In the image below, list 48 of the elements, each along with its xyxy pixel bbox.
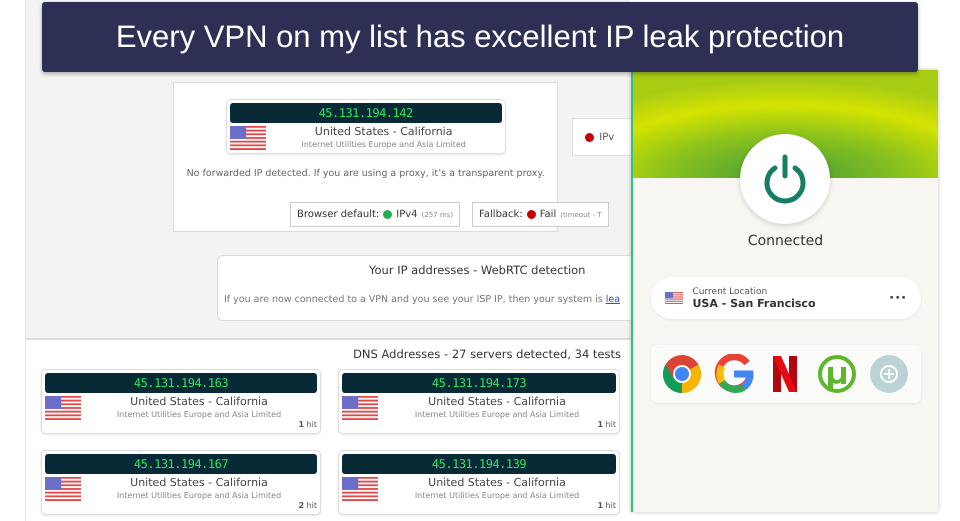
check-label: Fallback: [479,209,523,220]
flag-icon [230,126,266,150]
location-text: United States - California [129,476,269,490]
hit-count: 1 hit [596,420,616,430]
webrtc-explanation: If you are now connected to a VPN and you see your ISP IP, then your system is lea [224,294,622,305]
section-title: DNS Addresses - 27 servers detected, 34 tests [352,347,621,361]
flag-icon [45,476,81,500]
shortcut-button[interactable] [662,354,702,394]
check-value: Fail [540,209,556,220]
location-text: United States - California [129,395,269,409]
isp-text: Internet Utilities Europe and Asia Limited [116,490,282,501]
location-text: United States - California [427,395,567,409]
isp-text: Internet Utilities Europe and Asia Limited [300,139,467,150]
flag-icon [342,476,378,500]
leak-link[interactable]: lea [606,294,620,305]
ip-address: 45.131.194.163 [45,373,317,393]
more-button[interactable]: ••• [888,292,906,304]
shortcut-button[interactable] [714,354,754,394]
isp-text: Internet Utilities Europe and Asia Limited [414,409,580,420]
chrome-logo-icon [662,354,702,394]
hit-count: 1 hit [596,501,616,511]
location-selector[interactable]: Current Location USA - San Francisco ••• [650,277,920,319]
hit-count: 2 hit [297,501,317,511]
section-title: Your IP addresses - WebRTC detection [368,263,586,277]
flag-icon [342,396,378,420]
google-logo-icon [714,354,754,394]
location-label: Current Location [692,286,768,296]
ip-address: 45.131.194.173 [342,373,616,393]
status-label: IPv [599,132,614,142]
connection-status: Connected [748,233,824,249]
utorrent-logo-icon [817,354,858,394]
ip-address: 45.131.194.139 [342,454,616,474]
location-text: United States - California [314,125,454,139]
check-value: IPv4 [396,209,418,220]
location-name: USA - San Francisco [692,296,817,310]
add-icon [868,354,909,394]
power-icon [762,154,808,204]
ip-address: 45.131.194.142 [230,103,502,123]
ip-address: 45.131.194.167 [45,454,317,474]
isp-text: Internet Utilities Europe and Asia Limited [116,409,282,420]
isp-text: Internet Utilities Europe and Asia Limited [414,490,580,501]
flag-icon [45,396,81,420]
check-label: Browser default: [297,209,380,220]
caption-text: Every VPN on my list has excellent IP leak protection [116,19,844,55]
location-text: United States - California [427,476,567,490]
flag-icon [664,292,682,304]
forwarded-ip-note: No forwarded IP detected. If you are using a proxy, it’s a transparent proxy. [186,168,545,179]
hit-count: 1 hit [297,420,317,430]
